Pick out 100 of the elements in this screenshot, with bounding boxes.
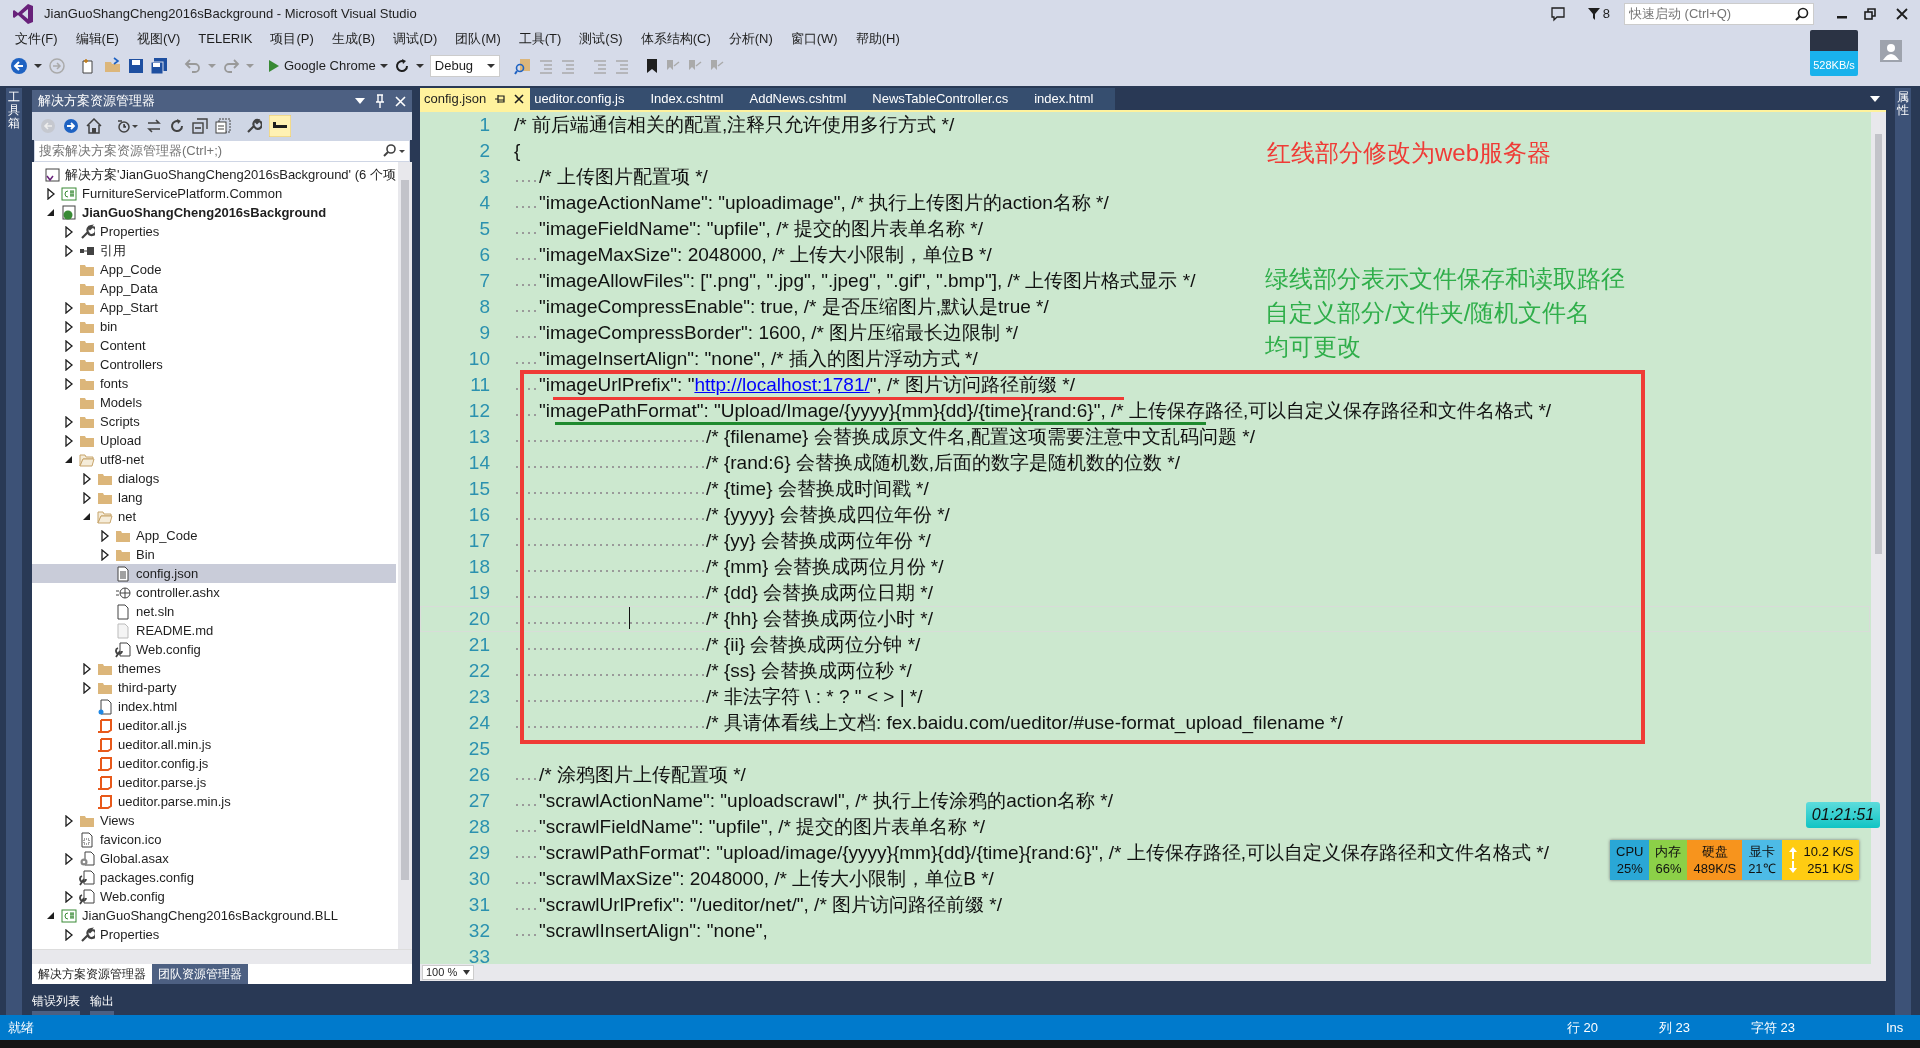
tree-item[interactable]: Upload (32, 431, 396, 450)
tree-item[interactable]: index.html (32, 697, 396, 716)
expand-arrow-icon[interactable] (64, 928, 74, 941)
tree-item[interactable]: fonts (32, 374, 396, 393)
expand-arrow-icon[interactable] (82, 662, 92, 675)
start-debugging-button[interactable]: Google Chrome (268, 56, 388, 76)
editor-tab[interactable]: NewsTableController.cs (868, 88, 1031, 110)
tree-item[interactable]: 解决方案'JianGuoShangCheng2016sBackground' (6 个项 (32, 165, 396, 184)
tree-item[interactable]: Models (32, 393, 396, 412)
editor-tab[interactable]: index.html (1030, 88, 1116, 110)
refresh-icon[interactable] (393, 58, 410, 74)
tree-item[interactable]: Views (32, 811, 396, 830)
expand-arrow-icon[interactable] (82, 491, 92, 504)
configuration-dropdown[interactable]: Debug (429, 55, 501, 77)
tree-item[interactable]: JianGuoShangCheng2016sBackground.BLL (32, 906, 396, 925)
tree-item[interactable]: ueditor.parse.min.js (32, 792, 396, 811)
tree-item[interactable]: Properties (32, 222, 396, 241)
tab-list-icon[interactable] (1870, 96, 1880, 102)
tree-item[interactable]: JianGuoShangCheng2016sBackground (32, 203, 396, 222)
expand-arrow-icon[interactable] (100, 548, 110, 561)
save-all-icon[interactable] (150, 57, 168, 75)
preview-icon[interactable] (269, 115, 291, 137)
expand-arrow-icon[interactable] (82, 681, 92, 694)
tree-item[interactable]: themes (32, 659, 396, 678)
quick-launch-field[interactable]: 快速启动 (Ctrl+Q) (1624, 3, 1814, 25)
link[interactable]: http://localhost:1781/ (694, 374, 870, 395)
tree-item[interactable]: Content (32, 336, 396, 355)
tree-item[interactable]: net (32, 507, 396, 526)
dropdown-caret-icon[interactable] (34, 63, 42, 69)
notification-count[interactable]: 8 (1602, 4, 1610, 24)
tree-item[interactable]: lang (32, 488, 396, 507)
tree-item[interactable]: ueditor.all.min.js (32, 735, 396, 754)
expand-arrow-icon[interactable] (82, 472, 92, 485)
expand-arrow-icon[interactable] (64, 320, 74, 333)
collapse-all-icon[interactable] (192, 118, 208, 134)
tree-item[interactable]: third-party (32, 678, 396, 697)
editor-tab[interactable]: ueditor.config.js (530, 88, 647, 110)
pin-icon[interactable] (375, 94, 385, 108)
tree-item[interactable]: FurnitureServicePlatform.Common (32, 184, 396, 203)
tree-item[interactable]: utf8-net (32, 450, 396, 469)
menu-item[interactable]: 测试(S) (570, 29, 632, 49)
expand-arrow-icon[interactable] (64, 301, 74, 314)
tree-item[interactable]: App_Start (32, 298, 396, 317)
history-icon[interactable] (117, 118, 139, 134)
close-icon[interactable] (514, 94, 525, 104)
expand-arrow-icon[interactable] (46, 187, 56, 200)
expand-arrow-icon[interactable] (64, 890, 74, 903)
menu-item[interactable]: 体系结构(C) (631, 29, 720, 49)
refresh-icon[interactable] (169, 118, 185, 134)
restore-icon[interactable] (1864, 8, 1876, 20)
back-icon[interactable] (10, 57, 28, 75)
tree-item[interactable]: App_Code (32, 260, 396, 279)
dropdown-caret-icon[interactable] (415, 63, 424, 69)
menu-item[interactable]: 文件(F) (6, 29, 67, 49)
tree-item[interactable]: favicon.ico (32, 830, 396, 849)
properties-tab[interactable]: 属性 (1895, 88, 1911, 1015)
home-icon[interactable] (86, 118, 102, 134)
menu-item[interactable]: 帮助(H) (846, 29, 909, 49)
feedback-icon[interactable] (1549, 6, 1566, 22)
scrollbar[interactable] (1871, 112, 1886, 964)
pin-icon[interactable] (494, 93, 507, 105)
panel-tab[interactable]: 团队资源管理器 (152, 964, 248, 984)
editor-tab[interactable]: config.json (420, 88, 531, 110)
tree-item[interactable]: Global.asax (32, 849, 396, 868)
save-icon[interactable] (128, 58, 144, 74)
tree-item[interactable]: App_Code (32, 526, 396, 545)
expand-arrow-icon[interactable] (64, 244, 74, 257)
expand-arrow-icon[interactable] (64, 225, 74, 238)
expand-arrow-icon[interactable] (64, 339, 74, 352)
find-in-files-icon[interactable] (514, 57, 533, 75)
tree-item[interactable]: Bin (32, 545, 396, 564)
toolbox-tab[interactable]: 工具箱 (6, 88, 22, 1015)
filter-icon[interactable] (1587, 7, 1600, 21)
bookmark-icon[interactable] (646, 58, 659, 74)
tree-item[interactable]: ueditor.config.js (32, 754, 396, 773)
menu-item[interactable]: 团队(M) (446, 29, 510, 49)
tree-item[interactable]: bin (32, 317, 396, 336)
tree-item[interactable]: Scripts (32, 412, 396, 431)
tree-item[interactable]: dialogs (32, 469, 396, 488)
tree-item[interactable]: net.sln (32, 602, 396, 621)
tree-item[interactable]: 引用 (32, 241, 396, 260)
expand-arrow-icon[interactable] (64, 852, 74, 865)
tree-item[interactable]: Controllers (32, 355, 396, 374)
tree-item[interactable]: controller.ashx (32, 583, 396, 602)
tree-item[interactable]: ueditor.all.js (32, 716, 396, 735)
menu-item[interactable]: 项目(P) (261, 29, 323, 49)
expand-arrow-icon[interactable] (100, 529, 110, 542)
expand-arrow-icon[interactable] (64, 415, 74, 428)
menu-item[interactable]: 视图(V) (127, 29, 190, 49)
editor-tab[interactable]: Index.cshtml (646, 88, 746, 110)
menu-item[interactable]: TELERIK (189, 29, 262, 49)
open-folder-icon[interactable] (104, 57, 122, 75)
expand-arrow-icon[interactable] (64, 814, 74, 827)
tree-item[interactable]: config.json (32, 564, 396, 583)
tree-item[interactable]: packages.config (32, 868, 396, 887)
menu-item[interactable]: 分析(N) (719, 29, 782, 49)
tree-item[interactable]: App_Data (32, 279, 396, 298)
tree-item[interactable]: README.md (32, 621, 396, 640)
menu-item[interactable]: 调试(D) (384, 29, 447, 49)
expand-arrow-icon[interactable] (64, 377, 74, 390)
